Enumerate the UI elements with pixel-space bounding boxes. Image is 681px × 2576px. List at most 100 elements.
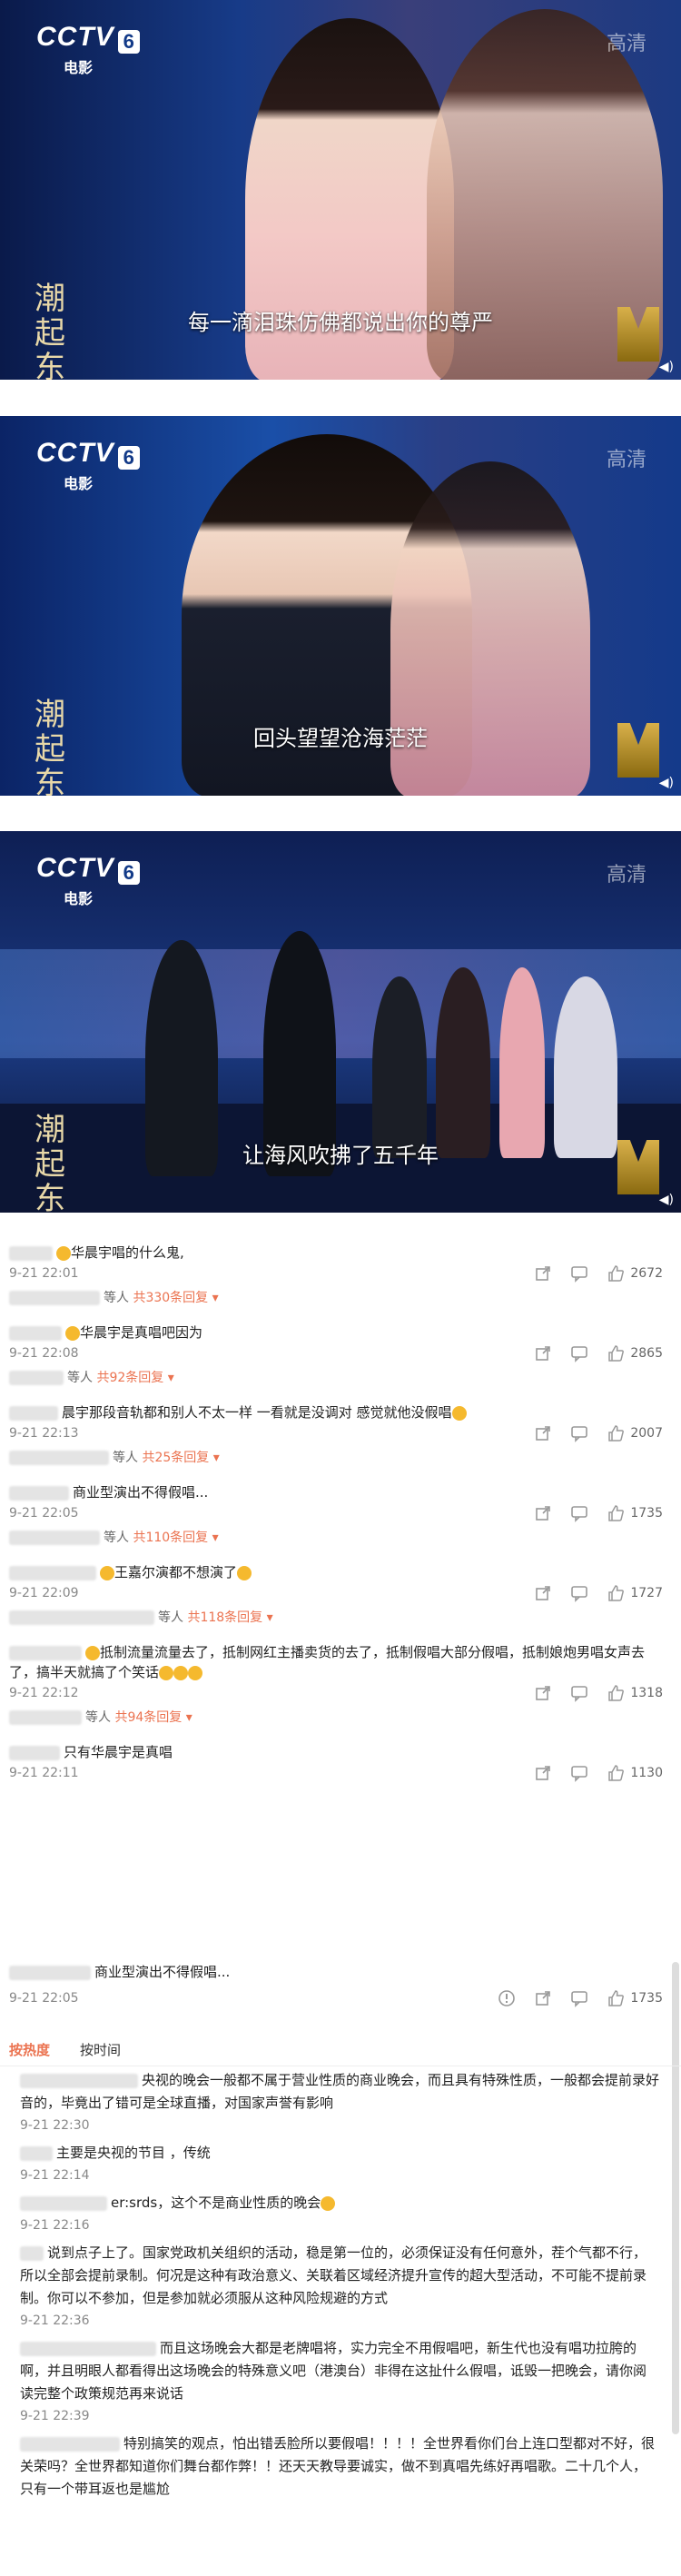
volume-icon[interactable]: ◀) — [659, 776, 674, 790]
reply-summary[interactable]: 等人 共110条回复 ▾ — [0, 1526, 681, 1550]
like-icon[interactable] — [607, 1264, 625, 1283]
reply-summary[interactable]: 等人 共94条回复 ▾ — [0, 1706, 681, 1729]
tab-hot[interactable]: 按热度 — [9, 2040, 50, 2059]
reply-summary[interactable]: 等人 共92条回复 ▾ — [0, 1366, 681, 1390]
hd-badge: 高清 — [606, 864, 646, 887]
like-icon[interactable] — [607, 1504, 625, 1522]
subtitle-3: 让海风吹拂了五千年 — [242, 1143, 439, 1168]
like-count: 1130 — [630, 1766, 663, 1780]
like-icon[interactable] — [607, 1344, 625, 1362]
comment-text: 商业型演出不得假唱... — [73, 1484, 209, 1501]
comment-item: 华晨宇唱的什么鬼, — [0, 1243, 681, 1263]
channel-logo: CCTV 6 电影 — [36, 438, 140, 493]
sub-comment: 央视的晚会一般都不属于营业性质的商业晚会，而且具有特殊性质，一般都会提前录好音的… — [0, 2069, 681, 2136]
reply-count: 共330条回复 — [133, 1291, 209, 1305]
subtitle-2: 回头望望沧海茫茫 — [253, 726, 428, 751]
comment-icon[interactable] — [570, 1344, 588, 1362]
sub-comment: 而且这场晚会大都是老牌唱将，实力完全不用假唱吧，新生代也没有唱功拉胯的啊，并且明… — [0, 2337, 681, 2427]
like-count: 2007 — [630, 1426, 663, 1441]
comment-meta: 9-21 22:01 2672 — [0, 1263, 681, 1286]
share-icon[interactable] — [534, 1584, 552, 1602]
comment-item: 晨宇那段音轨都和别人不太一样 一看就是没调对 感觉就他没假唱 — [0, 1402, 681, 1422]
comment-meta: 9-21 22:08 2865 — [0, 1342, 681, 1366]
reply-summary[interactable]: 等人 共118条回复 ▾ — [0, 1606, 681, 1630]
channel-logo: CCTV 6 电影 — [36, 22, 140, 77]
comment-text: 王嘉尔演都不想演了 — [114, 1564, 238, 1580]
reply-count: 共94条回复 — [114, 1710, 183, 1725]
like-icon[interactable] — [607, 1764, 625, 1782]
volume-icon[interactable]: ◀) — [659, 360, 674, 374]
sub-comment-list: 央视的晚会一般都不属于营业性质的商业晚会，而且具有特殊性质，一般都会提前录好音的… — [0, 2069, 681, 2501]
reply-summary[interactable]: 等人 共25条回复 ▾ — [0, 1446, 681, 1470]
comment-text: 华晨宇唱的什么鬼, — [71, 1244, 184, 1261]
comment-time: 9-21 22:30 — [20, 2118, 90, 2133]
share-icon[interactable] — [534, 1504, 552, 1522]
share-icon[interactable] — [534, 1344, 552, 1362]
like-icon[interactable] — [607, 1989, 625, 2007]
reply-count: 共118条回复 — [187, 1610, 263, 1625]
performer — [436, 967, 490, 1158]
share-icon[interactable] — [534, 1989, 552, 2007]
like-icon[interactable] — [607, 1584, 625, 1602]
reply-count: 共25条回复 — [142, 1451, 210, 1465]
comment-meta: 9-21 22:05 1735 — [0, 1987, 681, 2011]
performer — [499, 967, 545, 1158]
like-count: 1727 — [630, 1586, 663, 1600]
volume-icon[interactable]: ◀) — [659, 1193, 674, 1207]
comment-icon[interactable] — [570, 1424, 588, 1442]
comment-item: 华晨宇是真唱吧因为 — [0, 1323, 681, 1342]
comment-icon[interactable] — [570, 1764, 588, 1782]
sub-comment: 说到点子上了。国家党政机关组织的活动，稳是第一位的，必须保证没有任何意外，茬个气… — [0, 2242, 681, 2332]
channel-logo: CCTV 6 电影 — [36, 853, 140, 908]
comment-time: 9-21 22:01 — [9, 1266, 79, 1281]
chevron-down-icon: ▾ — [212, 1451, 220, 1465]
comment-time: 9-21 22:11 — [9, 1766, 79, 1780]
comment-list: 华晨宇唱的什么鬼, 9-21 22:01 2672 等人 共330条回复 ▾ 华… — [0, 1243, 681, 1786]
comment-icon[interactable] — [570, 1504, 588, 1522]
comment-time: 9-21 22:39 — [20, 2409, 90, 2423]
hd-badge: 高清 — [606, 449, 646, 471]
comment-time: 9-21 22:13 — [9, 1426, 79, 1441]
comment-time: 9-21 22:12 — [9, 1686, 79, 1700]
comment-text: 说到点子上了。国家党政机关组织的活动，稳是第一位的，必须保证没有任何意外，茬个气… — [20, 2244, 647, 2306]
like-icon[interactable] — [607, 1424, 625, 1442]
comment-time: 9-21 22:16 — [20, 2218, 90, 2233]
comment-meta: 9-21 22:09 1727 — [0, 1582, 681, 1606]
chevron-down-icon: ▾ — [185, 1710, 192, 1725]
comment-text: 晨宇那段音轨都和别人不太一样 一看就是没调对 感觉就他没假唱 — [62, 1404, 452, 1421]
chevron-down-icon: ▾ — [212, 1291, 219, 1305]
comment-meta: 9-21 22:13 2007 — [0, 1422, 681, 1446]
comment-item: 商业型演出不得假唱... — [0, 1482, 681, 1502]
share-icon[interactable] — [534, 1264, 552, 1283]
share-icon[interactable] — [534, 1424, 552, 1442]
pinned-comment: 商业型演出不得假唱... 9-21 22:05 1735 — [0, 1962, 681, 2011]
comment-text: 商业型演出不得假唱... — [94, 1964, 231, 1980]
like-count: 2672 — [630, 1266, 663, 1281]
comment-text: 华晨宇是真唱吧因为 — [80, 1324, 203, 1341]
video-frame-1: CCTV6 电影 高清 潮起东方 每一滴泪珠仿佛都说出你的尊严 ◀) — [0, 0, 681, 380]
share-icon[interactable] — [534, 1684, 552, 1702]
comment-icon[interactable] — [570, 1584, 588, 1602]
comment-icon[interactable] — [570, 1989, 588, 2007]
comment-time: 9-21 22:09 — [9, 1586, 79, 1600]
video-frame-3: CCTV6 电影 高清 潮起东方 让海风吹拂了五千年 ◀) — [0, 831, 681, 1213]
share-icon[interactable] — [534, 1764, 552, 1782]
like-count: 1318 — [630, 1686, 663, 1700]
like-icon[interactable] — [607, 1684, 625, 1702]
comment-icon[interactable] — [570, 1264, 588, 1283]
reply-count: 共92条回复 — [96, 1371, 164, 1385]
comment-time: 9-21 22:14 — [20, 2168, 90, 2183]
hd-badge: 高清 — [606, 33, 646, 55]
tab-time[interactable]: 按时间 — [80, 2040, 121, 2059]
reply-summary[interactable]: 等人 共330条回复 ▾ — [0, 1286, 681, 1310]
comment-icon[interactable] — [570, 1684, 588, 1702]
comment-time: 9-21 22:36 — [20, 2313, 90, 2328]
more-icon[interactable] — [498, 1989, 516, 2007]
performer — [554, 976, 617, 1158]
comment-time: 9-21 22:08 — [9, 1346, 79, 1361]
sub-comment: 主要是央视的节目 ，传统 9-21 22:14 — [0, 2142, 681, 2186]
comment-text: 主要是央视的节目 ，传统 — [56, 2145, 211, 2161]
comment-text: 抵制流量流量去了，抵制网红主播卖货的去了，抵制假唱大部分假唱，抵制娘炮男唱女声去… — [9, 1644, 646, 1680]
comment-item: 抵制流量流量去了，抵制网红主播卖货的去了，抵制假唱大部分假唱，抵制娘炮男唱女声去… — [0, 1642, 681, 1682]
comment-time: 9-21 22:05 — [9, 1991, 79, 2006]
